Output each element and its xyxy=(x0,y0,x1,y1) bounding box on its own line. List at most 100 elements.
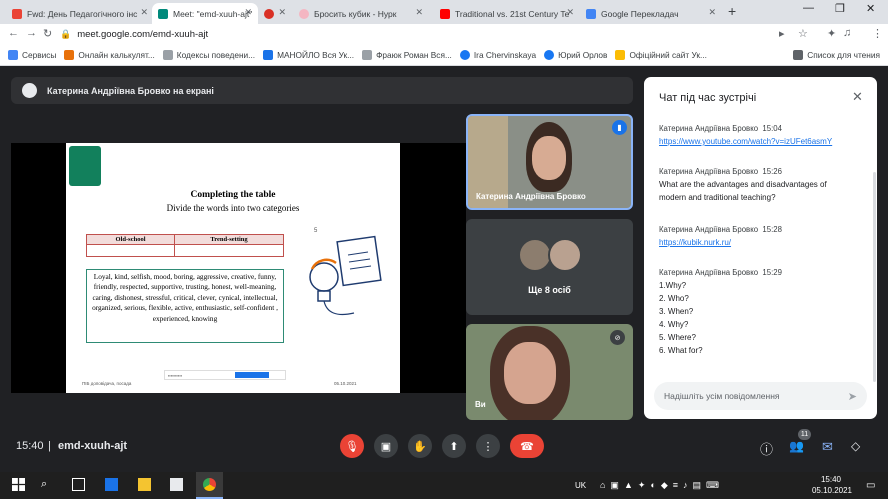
close-icon[interactable]: ✕ xyxy=(278,7,286,18)
camera-icon[interactable]: ▸ xyxy=(779,27,785,40)
table-cell xyxy=(85,244,176,257)
bookmark-orlov[interactable]: Юрий Орлов xyxy=(544,49,607,60)
tab-meet[interactable]: Meet: "emd-xuuh-ajt" ✕ xyxy=(152,3,258,24)
table-header-old-school: Old-school xyxy=(85,234,176,245)
mic-off-icon: 🎙 xyxy=(345,440,359,453)
apps-icon xyxy=(8,49,18,60)
message-link[interactable]: https://www.youtube.com/watch?v=izUFet6a… xyxy=(659,137,832,146)
extensions-icon[interactable]: ✦ xyxy=(827,27,836,40)
chat-message: Катерина Андріївна Бровко 15:29 1.Why? 2… xyxy=(659,266,782,357)
calculator-icon xyxy=(64,49,75,60)
bookmark-ira[interactable]: Ira Chervinskaya xyxy=(459,49,536,60)
chrome-taskbar-button[interactable] xyxy=(196,472,223,499)
maximize-button[interactable]: ❐ xyxy=(835,2,845,15)
close-icon[interactable]: ✕ xyxy=(244,7,252,18)
close-icon[interactable]: ✕ xyxy=(708,7,716,18)
bookmark-official[interactable]: Офіційний сайт Ук... xyxy=(615,49,707,60)
tab-translate[interactable]: Google Перекладач ✕ xyxy=(580,3,722,24)
edge-icon[interactable] xyxy=(105,478,118,491)
star-icon[interactable]: ☆ xyxy=(798,27,808,40)
participants-count-badge: 11 xyxy=(798,429,811,440)
kubik-icon xyxy=(299,8,309,19)
address-bar[interactable]: 🔒 meet.google.com/emd-xuuh-ajt xyxy=(60,27,800,41)
back-icon[interactable]: ← xyxy=(8,27,19,39)
task-view-icon[interactable] xyxy=(72,478,85,491)
info-icon[interactable]: ⓘ xyxy=(760,439,773,458)
forward-icon[interactable]: → xyxy=(26,27,37,39)
slide-footer-date: 05.10.2021 xyxy=(334,381,357,386)
tab-youtube[interactable]: Traditional vs. 21st Century Te ✕ xyxy=(434,3,580,24)
chat-icon[interactable]: ✉ xyxy=(822,439,833,455)
more-participants-label: Ще 8 осіб xyxy=(528,285,571,295)
table-header-trend-setting: Trend-setting xyxy=(174,234,284,245)
more-options-button[interactable]: ⋮ xyxy=(476,434,500,458)
language-indicator[interactable]: UK xyxy=(575,481,586,490)
trident-icon xyxy=(615,49,626,60)
chat-input-placeholder: Надішліть усім повідомлення xyxy=(664,391,780,401)
message-author: Катерина Андріївна Бровко xyxy=(659,268,759,277)
hangup-icon: ☎ xyxy=(520,440,534,453)
present-button[interactable]: ⬆ xyxy=(442,434,466,458)
participant-avatar xyxy=(518,238,552,272)
send-icon[interactable]: ➤ xyxy=(848,390,857,403)
participants-button[interactable]: 👥 xyxy=(789,439,804,453)
reload-icon[interactable]: ↻ xyxy=(43,27,52,40)
clock-date[interactable]: 05.10.2021 xyxy=(810,486,854,495)
leave-call-button[interactable]: ☎ xyxy=(510,434,544,458)
raise-hand-button[interactable]: ✋ xyxy=(408,434,432,458)
gmail-icon xyxy=(12,8,22,19)
bookmark-codes[interactable]: Кодексы поведени... xyxy=(162,49,255,60)
tab-recording[interactable]: ✕ xyxy=(258,3,292,24)
present-icon: ⬆ xyxy=(449,440,459,453)
chat-scrollbar[interactable] xyxy=(873,172,876,382)
document-icon[interactable] xyxy=(170,478,183,491)
file-explorer-icon[interactable] xyxy=(138,478,151,491)
navigation-bar: ← → ↻ 🔒 meet.google.com/emd-xuuh-ajt ▸ ☆… xyxy=(0,24,888,63)
new-tab-button[interactable]: + xyxy=(728,3,736,19)
close-window-button[interactable]: ✕ xyxy=(866,2,875,15)
close-icon[interactable]: ✕ xyxy=(140,7,148,18)
close-icon[interactable]: ✕ xyxy=(566,7,574,18)
tab-kubik[interactable]: Бросить кубик - Нурк ✕ xyxy=(293,3,429,24)
close-icon[interactable]: ✕ xyxy=(415,7,423,18)
bookmark-services[interactable]: Сервисы xyxy=(8,49,56,60)
message-time: 15:28 xyxy=(762,225,782,234)
bookmarks-bar: Сервисы Онлайн калькулят... Кодексы пове… xyxy=(0,44,888,66)
chat-message: Катерина Андріївна Бровко 15:28 https://… xyxy=(659,223,782,249)
hide-button[interactable] xyxy=(271,372,283,378)
close-chat-button[interactable]: ✕ xyxy=(852,89,863,105)
activities-icon[interactable]: ◇ xyxy=(851,439,860,453)
bookmark-fraiuk[interactable]: Фраюк Роман Вся... xyxy=(362,49,452,60)
speaker-tile[interactable]: ▮ Катерина Андріївна Бровко xyxy=(466,114,633,210)
stop-sharing-button[interactable] xyxy=(235,372,269,378)
minimize-button[interactable]: — xyxy=(803,2,814,14)
chrome-icon xyxy=(203,478,216,491)
message-time: 15:29 xyxy=(762,268,782,277)
clock-time[interactable]: 15:40 xyxy=(812,475,850,484)
tab-strip: Fwd: День Педагогічного інс ✕ Meet: "emd… xyxy=(0,0,888,24)
reading-list[interactable]: Список для чтения xyxy=(793,49,880,60)
self-tile[interactable]: ⊘ Ви xyxy=(466,324,633,420)
message-link[interactable]: https://kubik.nurk.ru/ xyxy=(659,238,731,247)
tab-gmail[interactable]: Fwd: День Педагогічного інс ✕ xyxy=(6,3,154,24)
message-author: Катерина Андріївна Бровко xyxy=(659,124,759,133)
bookmark-calculator[interactable]: Онлайн калькулят... xyxy=(64,49,155,60)
notifications-icon[interactable]: ▭ xyxy=(866,480,875,491)
share-notice-text: ▪▪▪▪▪▪▪▪▪▪ xyxy=(168,372,183,378)
slide-footer-author: ПІБ доповідача, посада xyxy=(82,381,132,386)
presenter-avatar xyxy=(22,83,37,98)
speaker-name: Катерина Андріївна Бровко xyxy=(476,192,586,201)
media-icon[interactable]: ♫ xyxy=(843,27,851,39)
bookmark-manoilo[interactable]: МАНОЙЛО Вся Ук... xyxy=(263,49,354,60)
facebook-icon xyxy=(459,49,470,60)
camera-toggle-button[interactable]: ▣ xyxy=(374,434,398,458)
lock-icon: 🔒 xyxy=(60,28,72,39)
others-tile[interactable]: Ще 8 осіб xyxy=(466,219,633,315)
tray-icons[interactable]: ⌂▣▲✦◐◆≡♪▤⌨ xyxy=(600,480,724,491)
search-icon[interactable]: ⌕ xyxy=(41,478,54,491)
translate-icon xyxy=(586,8,596,19)
menu-icon[interactable]: ⋮ xyxy=(872,27,883,40)
meeting-time: 15:40 xyxy=(16,440,44,452)
mic-toggle-button[interactable]: 🎙 xyxy=(340,434,364,458)
chat-input[interactable]: Надішліть усім повідомлення ➤ xyxy=(654,382,867,410)
